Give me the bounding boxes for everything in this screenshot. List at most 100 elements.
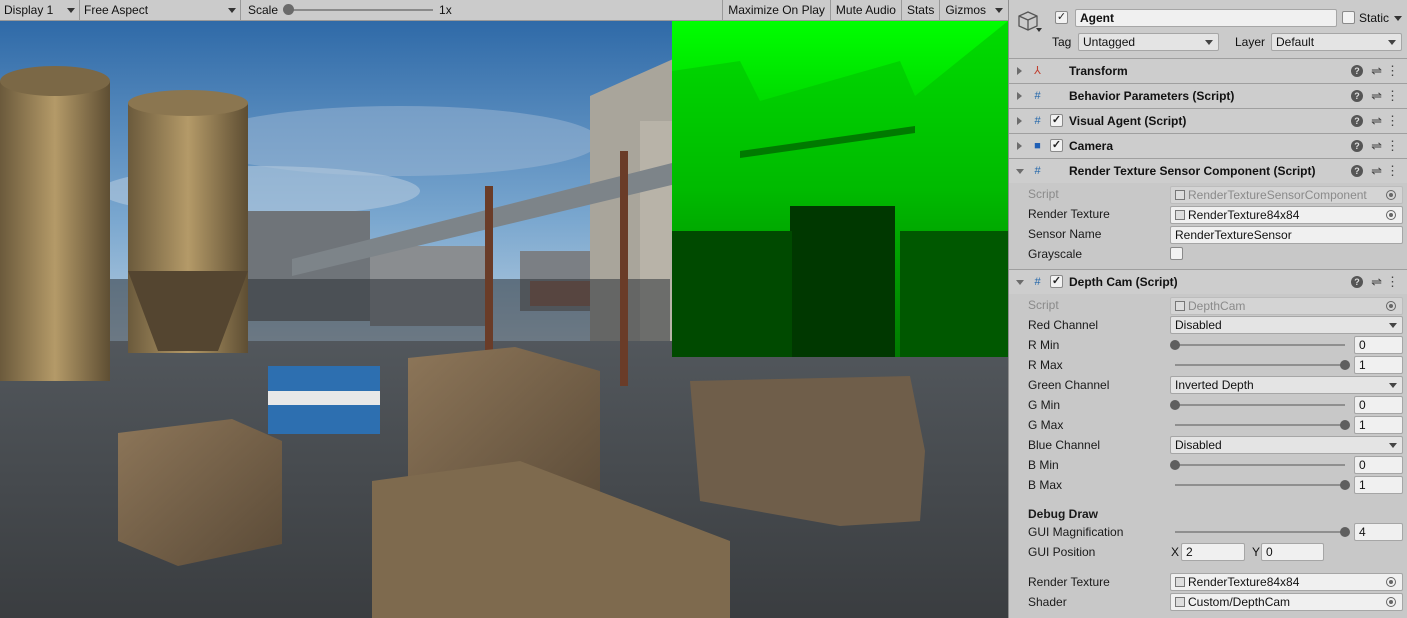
- kebab-menu-icon[interactable]: ⋮: [1386, 163, 1399, 179]
- gui-position-y-field[interactable]: 0: [1261, 543, 1324, 561]
- green-channel-dropdown[interactable]: Inverted Depth: [1170, 376, 1403, 394]
- shader-value: Custom/DepthCam: [1188, 595, 1291, 609]
- b-min-slider-knob[interactable]: [1170, 460, 1180, 470]
- kebab-menu-icon[interactable]: ⋮: [1386, 274, 1399, 290]
- g-max-label: G Max: [1028, 418, 1064, 432]
- object-picker-icon[interactable]: [1386, 210, 1396, 220]
- display-dropdown[interactable]: Display 1: [0, 0, 80, 21]
- fold-arrow-icon[interactable]: [1016, 169, 1024, 174]
- g-min-slider[interactable]: [1170, 400, 1345, 410]
- object-name-field[interactable]: Agent: [1075, 9, 1337, 27]
- preset-icon[interactable]: ⇌: [1371, 163, 1382, 179]
- g-max-slider-knob[interactable]: [1340, 420, 1350, 430]
- shader-field[interactable]: Custom/DepthCam: [1170, 593, 1403, 611]
- gizmos-button[interactable]: Gizmos: [939, 0, 1008, 21]
- red-channel-value: Disabled: [1175, 318, 1222, 332]
- component-depth-cam[interactable]: # ✓ Depth Cam (Script) ? ⇌ ⋮: [1009, 269, 1407, 294]
- object-picker-icon[interactable]: [1386, 597, 1396, 607]
- sensor-name-field[interactable]: RenderTextureSensor: [1170, 226, 1403, 244]
- help-icon[interactable]: ?: [1351, 90, 1363, 102]
- script-label: Script: [1028, 298, 1059, 312]
- preset-icon[interactable]: ⇌: [1371, 113, 1382, 129]
- scene-render: [0, 21, 1008, 618]
- maximize-on-play-button[interactable]: Maximize On Play: [722, 0, 830, 21]
- render-texture-asset-icon: [1175, 210, 1185, 220]
- enabled-checkbox[interactable]: ✓: [1050, 275, 1063, 288]
- help-icon[interactable]: ?: [1351, 115, 1363, 127]
- gui-magnification-slider-knob[interactable]: [1340, 527, 1350, 537]
- r-min-slider[interactable]: [1170, 340, 1345, 350]
- enabled-checkbox[interactable]: ✓: [1050, 114, 1063, 127]
- preset-icon[interactable]: ⇌: [1371, 88, 1382, 104]
- gui-position-x-field[interactable]: 2: [1181, 543, 1245, 561]
- aspect-dropdown[interactable]: Free Aspect: [80, 0, 241, 21]
- preset-icon[interactable]: ⇌: [1371, 138, 1382, 154]
- r-max-slider-knob[interactable]: [1340, 360, 1350, 370]
- b-min-slider[interactable]: [1170, 460, 1345, 470]
- g-min-slider-knob[interactable]: [1170, 400, 1180, 410]
- r-min-field[interactable]: 0: [1354, 336, 1403, 354]
- help-icon[interactable]: ?: [1351, 165, 1363, 177]
- fold-arrow-icon[interactable]: [1017, 117, 1022, 125]
- game-toolbar: Display 1 Free Aspect Scale 1x Maximize …: [0, 0, 1008, 21]
- stats-button[interactable]: Stats: [900, 0, 939, 21]
- help-icon[interactable]: ?: [1351, 140, 1363, 152]
- render-texture-value: RenderTexture84x84: [1188, 575, 1300, 589]
- green-channel-label: Green Channel: [1028, 378, 1110, 392]
- kebab-menu-icon[interactable]: ⋮: [1386, 88, 1399, 104]
- tag-dropdown[interactable]: Untagged: [1078, 33, 1219, 51]
- fold-arrow-icon[interactable]: [1016, 280, 1024, 285]
- component-behavior-parameters[interactable]: # Behavior Parameters (Script) ? ⇌ ⋮: [1009, 83, 1407, 108]
- gui-magnification-slider[interactable]: [1175, 527, 1350, 537]
- g-max-slider[interactable]: [1175, 420, 1350, 430]
- active-checkbox[interactable]: ✓: [1055, 11, 1068, 24]
- component-visual-agent[interactable]: # ✓ Visual Agent (Script) ? ⇌ ⋮: [1009, 108, 1407, 133]
- static-label: Static: [1359, 11, 1390, 25]
- scale-slider-knob[interactable]: [283, 4, 295, 15]
- help-icon[interactable]: ?: [1351, 65, 1363, 77]
- b-min-label: B Min: [1028, 458, 1059, 472]
- kebab-menu-icon[interactable]: ⋮: [1386, 138, 1399, 154]
- g-max-field[interactable]: 1: [1354, 416, 1403, 434]
- r-max-field[interactable]: 1: [1354, 356, 1403, 374]
- b-max-field[interactable]: 1: [1354, 476, 1403, 494]
- scale-slider[interactable]: [283, 4, 434, 15]
- static-checkbox[interactable]: [1342, 11, 1355, 24]
- enabled-checkbox[interactable]: ✓: [1050, 139, 1063, 152]
- help-icon[interactable]: ?: [1351, 276, 1363, 288]
- script-icon: #: [1034, 90, 1041, 102]
- inspector-panel: ✓ Agent Static Tag Untagged Layer Defaul…: [1008, 0, 1407, 618]
- component-camera[interactable]: ■ ✓ Camera ? ⇌ ⋮: [1009, 133, 1407, 158]
- sensor-name-label: Sensor Name: [1028, 227, 1102, 241]
- fold-arrow-icon[interactable]: [1017, 67, 1022, 75]
- depthcam-render-texture-field[interactable]: RenderTexture84x84: [1170, 573, 1403, 591]
- chevron-down-icon[interactable]: [1394, 16, 1402, 21]
- script-field: RenderTextureSensorComponent: [1170, 186, 1403, 204]
- preset-icon[interactable]: ⇌: [1371, 274, 1382, 290]
- mute-audio-button[interactable]: Mute Audio: [829, 0, 901, 21]
- render-texture-field[interactable]: RenderTexture84x84: [1170, 206, 1403, 224]
- blue-channel-dropdown[interactable]: Disabled: [1170, 436, 1403, 454]
- g-min-field[interactable]: 0: [1354, 396, 1403, 414]
- b-max-slider[interactable]: [1175, 480, 1350, 490]
- kebab-menu-icon[interactable]: ⋮: [1386, 63, 1399, 79]
- gui-magnification-field[interactable]: 4: [1354, 523, 1403, 541]
- fold-arrow-icon[interactable]: [1017, 142, 1022, 150]
- grayscale-checkbox[interactable]: [1170, 247, 1183, 260]
- b-min-field[interactable]: 0: [1354, 456, 1403, 474]
- aspect-label: Free Aspect: [84, 3, 149, 17]
- fold-arrow-icon[interactable]: [1017, 92, 1022, 100]
- render-texture-value: RenderTexture84x84: [1188, 208, 1300, 222]
- game-viewport[interactable]: [0, 21, 1008, 618]
- r-min-slider-knob[interactable]: [1170, 340, 1180, 350]
- layer-dropdown[interactable]: Default: [1271, 33, 1402, 51]
- r-max-slider[interactable]: [1175, 360, 1350, 370]
- component-transform[interactable]: ⅄ Transform ? ⇌ ⋮: [1009, 58, 1407, 83]
- chevron-down-icon[interactable]: [1036, 28, 1042, 32]
- b-max-slider-knob[interactable]: [1340, 480, 1350, 490]
- component-render-texture-sensor[interactable]: # Render Texture Sensor Component (Scrip…: [1009, 158, 1407, 183]
- object-picker-icon[interactable]: [1386, 577, 1396, 587]
- red-channel-dropdown[interactable]: Disabled: [1170, 316, 1403, 334]
- kebab-menu-icon[interactable]: ⋮: [1386, 113, 1399, 129]
- preset-icon[interactable]: ⇌: [1371, 63, 1382, 79]
